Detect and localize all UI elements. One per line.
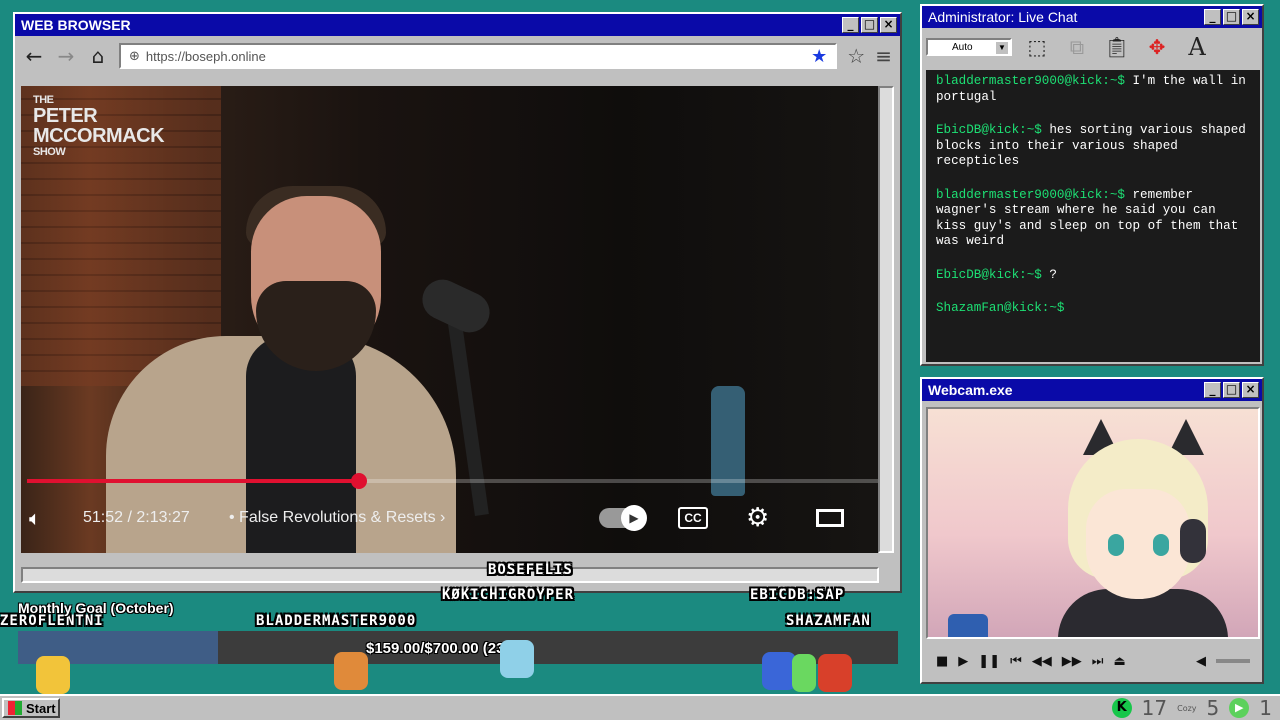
volume-icon[interactable]: ◀ [1196,654,1206,669]
browser-window: WEB BROWSER _ □ × ← → ⌂ ⊕ https://boseph… [13,12,902,593]
webcam-window: Webcam.exe _ □ × ■ ▶ ❚❚ ⏮ ◀◀ ▶▶ ⏭ ⏏ ◀ [920,377,1264,684]
goal-title: Monthly Goal (October) [18,600,174,616]
font-icon[interactable]: A [1182,32,1212,62]
copy-icon[interactable]: ⧉ [1062,32,1092,62]
pokemon-sprite [36,656,70,694]
chat-message: bladdermaster9000@kick:~$ remember wagne… [936,187,1239,249]
chat-window: Administrator: Live Chat _ □ × Auto ▼ ⬚ … [920,4,1264,366]
pokemon-sprite [818,654,852,692]
video-progress-bar[interactable] [27,473,879,489]
volume-icon[interactable]: 🔈︎ [29,506,41,530]
chevron-down-icon: ▼ [996,42,1008,54]
video-controls: 🔈︎ 51:52 / 2:13:27 • False Revolutions &… [21,498,879,538]
video-player[interactable]: THE PETER MCCORMACK SHOW 🔈︎ 51:52 / 2:13… [21,86,879,553]
start-button[interactable]: Start [2,698,60,718]
browser-toolbar: ← → ⌂ ⊕ https://boseph.online ★ ☆ ≡ [15,36,900,76]
rewind-icon[interactable]: ◀◀ [1032,654,1052,669]
back-arrow-icon[interactable]: ← [23,44,45,68]
minimize-button[interactable]: _ [1204,382,1221,398]
avatar-eye [1153,534,1169,556]
viewer-name: KØKICHIGROYPER [442,587,575,603]
chat-message: EbicDB@kick:~$ hes sorting various shape… [936,123,1246,168]
stop-icon[interactable]: ■ [936,654,948,669]
bookmark-star-icon[interactable]: ★ [811,46,827,67]
viewer-name: BOSEFELIS [488,562,573,578]
minimize-button[interactable]: _ [842,17,859,33]
webcam-titlebar[interactable]: Webcam.exe _ □ × [922,379,1262,401]
chat-titlebar[interactable]: Administrator: Live Chat _ □ × [922,6,1262,28]
volume-slider[interactable] [1216,659,1250,663]
fullscreen-button[interactable] [816,509,844,527]
home-icon[interactable]: ⌂ [87,44,109,68]
chat-log: bladdermaster9000@kick:~$ I'm the wall i… [926,70,1260,362]
progress-fill [27,479,360,483]
play-icon[interactable]: ▶ [1229,698,1250,718]
favorites-icon[interactable]: ☆ [847,44,865,68]
media-controls: ■ ▶ ❚❚ ⏮ ◀◀ ▶▶ ⏭ ⏏ ◀ [926,645,1260,677]
select-region-icon[interactable]: ⬚ [1022,32,1052,62]
close-button[interactable]: × [880,17,897,33]
browser-titlebar[interactable]: WEB BROWSER _ □ × [15,14,900,36]
tray-label: Cozy [1177,703,1197,713]
vertical-scrollbar[interactable] [878,86,894,553]
address-bar[interactable]: ⊕ https://boseph.online ★ [119,43,838,69]
system-tray: K 17 Cozy 5 ▶ 1 [1111,696,1272,720]
avatar-eye [1108,534,1124,556]
headphones [1180,519,1206,563]
viewer-name: EBICDB:SAP [750,587,845,603]
maximize-button[interactable]: □ [861,17,878,33]
pokemon-sprite [334,652,368,690]
pause-icon[interactable]: ❚❚ [978,654,1000,669]
tray-counter: 5 [1206,696,1220,720]
windows-logo-icon [8,701,22,715]
tray-counter: 1 [1259,696,1272,720]
maximize-button[interactable]: □ [1223,9,1240,25]
clipboard-icon[interactable]: 📋︎ [1102,32,1132,62]
minimize-button[interactable]: _ [1204,9,1221,25]
video-time: 51:52 / 2:13:27 [83,509,190,526]
move-icon[interactable]: ✥ [1142,32,1172,62]
chat-title: Administrator: Live Chat [928,9,1078,25]
font-size-select[interactable]: Auto ▼ [926,38,1012,56]
viewer-name: BLADDERMASTER9000 [256,613,417,629]
pokemon-sprite [762,652,796,690]
avatar-face [1086,489,1190,599]
eject-icon[interactable]: ⏏ [1114,654,1126,669]
tray-counter: 17 [1141,696,1168,720]
viewer-name: SHAZAMFAN [786,613,871,629]
close-button[interactable]: × [1242,9,1259,25]
play-icon[interactable]: ▶ [958,654,968,669]
chat-message: EbicDB@kick:~$ ? [936,267,1057,282]
globe-icon: ⊕ [129,48,140,64]
skip-forward-icon[interactable]: ⏭ [1092,654,1104,669]
chat-message: bladdermaster9000@kick:~$ I'm the wall i… [936,74,1246,104]
pokemon-sprite [500,640,534,678]
skip-back-icon[interactable]: ⏮ [1010,654,1022,669]
webcam-title: Webcam.exe [928,382,1013,398]
forward-arrow-icon[interactable]: → [55,44,77,68]
captions-button[interactable]: CC [678,507,708,529]
pokemon-sprite [792,654,816,692]
play-icon: ▶ [621,505,647,531]
show-logo: THE PETER MCCORMACK SHOW [33,94,165,158]
mug [948,614,988,637]
kick-icon[interactable]: K [1111,698,1132,718]
settings-gear-icon[interactable]: ⚙ [746,503,769,533]
hamburger-menu-icon[interactable]: ≡ [875,44,892,68]
chapter-title[interactable]: • False Revolutions & Resets › [229,509,445,527]
webcam-view [926,407,1260,639]
url-text: https://boseph.online [145,48,266,64]
chat-toolbar: Auto ▼ ⬚ ⧉ 📋︎ ✥ A [922,28,1262,66]
autoplay-toggle[interactable]: ▶ [599,505,647,531]
taskbar: Start K 17 Cozy 5 ▶ 1 [0,694,1280,720]
chat-message: ShazamFan@kick:~$ [936,301,1065,315]
browser-title: WEB BROWSER [21,17,131,33]
close-button[interactable]: × [1242,382,1259,398]
horizontal-scrollbar[interactable] [21,567,879,583]
fast-forward-icon[interactable]: ▶▶ [1062,654,1082,669]
maximize-button[interactable]: □ [1223,382,1240,398]
